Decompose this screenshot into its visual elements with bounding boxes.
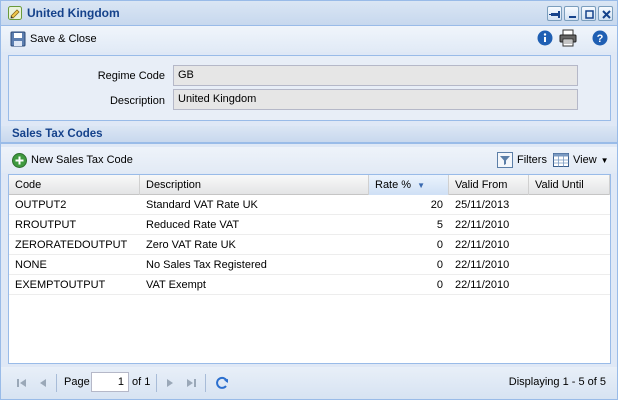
view-button[interactable]: View ▼: [553, 150, 609, 170]
cell-valid-until: [529, 275, 610, 295]
help-icon[interactable]: ?: [592, 30, 608, 46]
section-title: Sales Tax Codes: [12, 128, 103, 140]
cell-rate: 5: [436, 219, 443, 231]
cell-rate: 0: [436, 259, 443, 271]
cell-description: Reduced Rate VAT: [146, 219, 240, 231]
cell-rate: 0: [436, 279, 443, 291]
table-row[interactable]: RROUTPUT Reduced Rate VAT 5 22/11/2010: [9, 215, 610, 235]
cell-valid-until: [529, 235, 610, 255]
save-close-label: Save & Close: [30, 33, 97, 45]
sales-tax-grid: Code Description Rate % ▼ Valid From Val…: [8, 174, 611, 364]
next-page-icon[interactable]: [162, 375, 178, 391]
grid-header: Code Description Rate % ▼ Valid From Val…: [9, 175, 610, 195]
table-row[interactable]: OUTPUT2 Standard VAT Rate UK 20 25/11/20…: [9, 195, 610, 215]
add-icon: [12, 152, 27, 168]
cell-code: OUTPUT2: [15, 199, 67, 211]
description-label: Description: [109, 95, 165, 107]
view-label: View: [573, 154, 597, 166]
window: United Kingdom Save & Close ? Regime Cod…: [0, 0, 618, 400]
last-page-icon[interactable]: [183, 375, 199, 391]
cell-code: NONE: [15, 259, 47, 271]
info-icon[interactable]: [537, 30, 553, 46]
regime-code-field[interactable]: GB: [173, 65, 578, 86]
previous-page-icon[interactable]: [35, 375, 51, 391]
maximize-icon[interactable]: [581, 6, 596, 21]
svg-text:?: ?: [597, 33, 604, 45]
filters-label: Filters: [517, 154, 547, 166]
column-header-code[interactable]: Code: [9, 175, 140, 195]
cell-code: EXEMPTOUTPUT: [15, 279, 106, 291]
table-row[interactable]: ZERORATEDOUTPUT Zero VAT Rate UK 0 22/11…: [9, 235, 610, 255]
regime-form: Regime Code GB Description United Kingdo…: [8, 55, 611, 121]
column-header-valid-until[interactable]: Valid Until: [529, 175, 610, 195]
cell-valid-from: 22/11/2010: [455, 239, 510, 251]
cell-valid-from: 22/11/2010: [455, 259, 510, 271]
cell-code: ZERORATEDOUTPUT: [15, 239, 128, 251]
minimize-icon[interactable]: [564, 6, 579, 21]
sales-tax-codes-header: Sales Tax Codes: [1, 126, 617, 144]
cell-code: RROUTPUT: [15, 219, 77, 231]
cell-valid-until: [529, 215, 610, 235]
cell-description: No Sales Tax Registered: [146, 259, 267, 271]
cell-valid-until: [529, 195, 610, 215]
rate-header-label: Rate %: [375, 179, 412, 191]
cell-valid-until: [529, 255, 610, 275]
view-dropdown-arrow-icon: ▼: [600, 155, 609, 165]
regime-code-label: Regime Code: [97, 70, 165, 82]
save-icon: [10, 31, 26, 47]
cell-rate: 20: [430, 199, 443, 211]
cell-description: Zero VAT Rate UK: [146, 239, 236, 251]
pin-icon[interactable]: [547, 6, 562, 21]
description-field[interactable]: United Kingdom: [173, 89, 578, 110]
table-row[interactable]: NONE No Sales Tax Registered 0 22/11/201…: [9, 255, 610, 275]
close-icon[interactable]: [598, 6, 613, 21]
column-header-description[interactable]: Description: [140, 175, 369, 195]
print-icon[interactable]: [559, 29, 577, 47]
save-close-button[interactable]: Save & Close: [10, 29, 97, 49]
first-page-icon[interactable]: [14, 375, 30, 391]
paging-toolbar: Page 1 of 1 Displaying 1 - 5 of 5: [1, 367, 617, 399]
cell-valid-from: 22/11/2010: [455, 219, 510, 231]
cell-valid-from: 25/11/2013: [455, 199, 510, 211]
sort-descending-icon: ▼: [417, 181, 426, 190]
pager-separator: [205, 374, 206, 392]
table-row[interactable]: EXEMPTOUTPUT VAT Exempt 0 22/11/2010: [9, 275, 610, 295]
page-number-input[interactable]: 1: [91, 372, 129, 392]
grid-view-icon: [553, 153, 569, 167]
main-toolbar: Save & Close ?: [1, 26, 617, 52]
grid-toolbar: New Sales Tax Code Filters View ▼: [1, 147, 617, 173]
cell-description: Standard VAT Rate UK: [146, 199, 258, 211]
cell-rate: 0: [436, 239, 443, 251]
cell-description: VAT Exempt: [146, 279, 206, 291]
new-sales-tax-code-label: New Sales Tax Code: [31, 154, 133, 166]
page-count-label: of 1: [132, 376, 151, 388]
window-title: United Kingdom: [27, 6, 120, 20]
cell-valid-from: 22/11/2010: [455, 279, 510, 291]
filters-button[interactable]: Filters: [497, 150, 547, 170]
page-label: Page: [64, 376, 90, 388]
app-edit-icon: [8, 6, 22, 20]
column-header-valid-from[interactable]: Valid From: [449, 175, 529, 195]
column-header-rate[interactable]: Rate % ▼: [369, 175, 449, 195]
new-sales-tax-code-button[interactable]: New Sales Tax Code: [12, 150, 133, 170]
pager-separator: [56, 374, 57, 392]
pager-separator: [156, 374, 157, 392]
paging-status: Displaying 1 - 5 of 5: [508, 376, 606, 388]
title-bar: United Kingdom: [1, 1, 617, 26]
refresh-icon[interactable]: [214, 375, 230, 391]
filter-icon: [497, 152, 513, 168]
